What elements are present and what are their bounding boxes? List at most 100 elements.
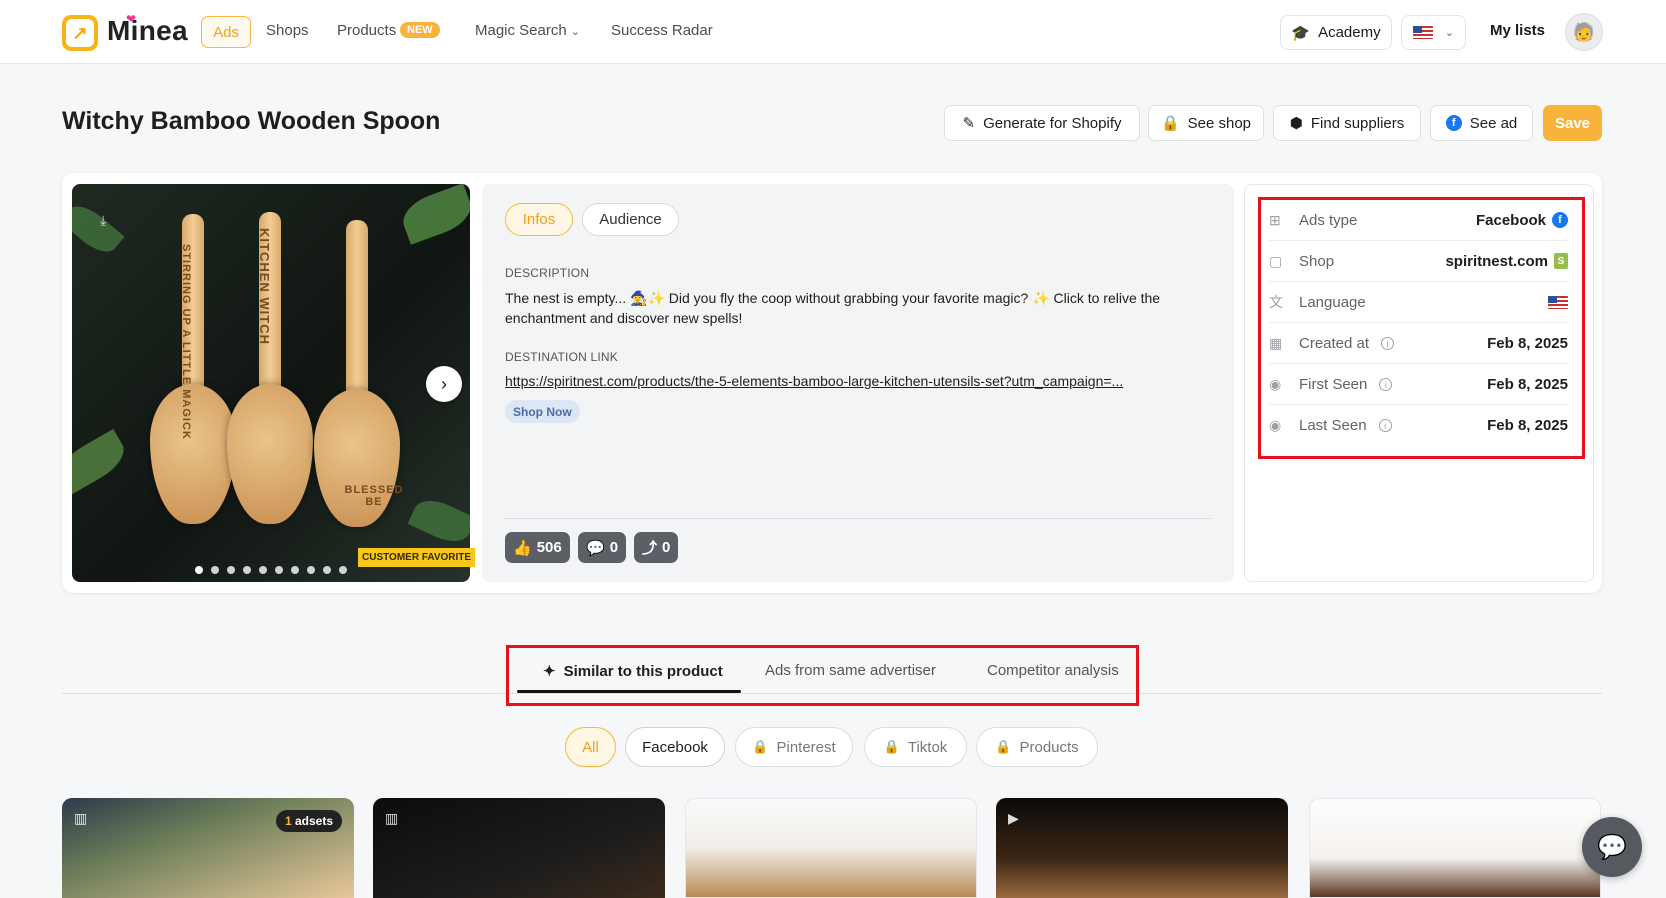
generate-label: Generate for Shopify	[983, 114, 1122, 132]
spoon-engraving: KITCHEN WITCH	[257, 228, 272, 345]
facebook-icon: f	[1445, 115, 1462, 131]
play-icon: ▶	[1008, 810, 1019, 826]
shares-count: ⤴ 0	[634, 532, 679, 563]
lock-icon: 🔒	[1160, 115, 1180, 132]
adsets-label: adsets	[294, 814, 333, 828]
download-icon[interactable]: ⤓	[100, 212, 106, 229]
highlight-box-tabs	[506, 645, 1139, 706]
chat-bubble-icon: 💬	[1597, 833, 1627, 861]
comments-count: 💬 0	[578, 532, 627, 563]
spoon	[227, 384, 313, 524]
magic-wand-icon: ✎	[962, 115, 976, 132]
carousel-dot[interactable]	[323, 566, 331, 574]
find-suppliers-label: Find suppliers	[1310, 114, 1405, 132]
nav-products[interactable]: Products	[337, 22, 396, 39]
carousel-icon: ▥	[385, 810, 399, 826]
tab-infos[interactable]: Infos	[505, 203, 573, 236]
similar-ad-card[interactable]: ▥ 1 adsets	[62, 798, 354, 898]
similar-ad-card[interactable]: ▥	[373, 798, 665, 898]
heart-icon: ❤	[126, 12, 137, 26]
minea-logo-icon[interactable]: ↗	[62, 15, 98, 51]
comment-icon: 💬	[586, 539, 605, 557]
destination-link-label: DESTINATION LINK	[505, 350, 618, 364]
filter-tiktok[interactable]: 🔒 Tiktok	[864, 727, 967, 767]
adsets-badge: 1 adsets	[275, 810, 342, 832]
filter-facebook[interactable]: Facebook	[625, 727, 725, 767]
top-navigation-bar: ↗ Minea ❤ Ads Shops Products NEW Magic S…	[0, 0, 1666, 64]
ad-description: The nest is empty... 🧙‍♀️✨ Did you fly t…	[505, 290, 1161, 326]
academy-label: Academy	[1318, 24, 1381, 41]
ad-media-carousel[interactable]: STIRRING UP A LITTLE MAGICK KITCHEN WITC…	[72, 184, 470, 582]
leaf-decoration	[72, 198, 125, 260]
adsets-count: 1	[284, 814, 292, 828]
spoon	[150, 384, 236, 524]
comments-value: 0	[609, 539, 619, 556]
find-suppliers-button[interactable]: ⬢ Find suppliers	[1273, 105, 1421, 141]
nav-ads[interactable]: Ads	[201, 16, 251, 48]
nav-magic-search-label: Magic Search	[475, 22, 567, 39]
carousel-dot[interactable]	[227, 566, 235, 574]
chevron-right-icon: ›	[441, 373, 447, 394]
chat-support-button[interactable]: 💬	[1582, 817, 1642, 877]
likes-count: 👍 506	[505, 532, 570, 563]
description-label: DESCRIPTION	[505, 266, 590, 280]
filter-products[interactable]: 🔒 Products	[976, 727, 1098, 767]
save-button[interactable]: Save	[1543, 105, 1602, 141]
chevron-down-icon: ⌄	[1444, 27, 1455, 39]
language-selector[interactable]: ⌄	[1401, 15, 1466, 50]
carousel-icon: ▥	[74, 810, 88, 826]
highlight-box-metadata	[1258, 197, 1585, 459]
customer-favorite-badge: CUSTOMER FAVORITE	[358, 548, 476, 567]
likes-value: 506	[536, 539, 562, 556]
carousel-dots[interactable]	[195, 566, 347, 574]
carousel-dot[interactable]	[339, 566, 347, 574]
similar-ad-card[interactable]	[1309, 798, 1601, 898]
nav-magic-search[interactable]: Magic Search ⌄	[475, 22, 580, 39]
lock-icon: 🔒	[995, 739, 1012, 754]
box-icon: ⬢	[1289, 115, 1303, 132]
leaf-decoration	[397, 184, 470, 245]
carousel-dot[interactable]	[259, 566, 267, 574]
filter-pinterest-label: Pinterest	[776, 738, 836, 756]
us-flag-icon	[1412, 26, 1433, 39]
graduation-cap-icon: 🎓	[1291, 24, 1311, 42]
page-title: Witchy Bamboo Wooden Spoon	[62, 107, 441, 135]
see-shop-button[interactable]: 🔒 See shop	[1148, 105, 1264, 141]
brand-name[interactable]: Minea	[107, 15, 188, 47]
destination-link[interactable]: https://spiritnest.com/products/the-5-el…	[505, 373, 1211, 389]
leaf-decoration	[407, 492, 470, 550]
filter-tiktok-label: Tiktok	[907, 738, 948, 756]
lock-icon: 🔒	[752, 739, 769, 754]
see-shop-label: See shop	[1187, 114, 1252, 132]
carousel-next-button[interactable]: ›	[426, 366, 462, 402]
filter-all[interactable]: All	[565, 727, 616, 767]
my-lists-link[interactable]: My lists	[1490, 22, 1545, 39]
carousel-dot[interactable]	[291, 566, 299, 574]
filter-pinterest[interactable]: 🔒 Pinterest	[735, 727, 853, 767]
cta-badge: Shop Now	[505, 400, 580, 423]
lock-icon: 🔒	[883, 739, 900, 754]
user-avatar[interactable]: 🧓	[1565, 13, 1603, 51]
carousel-dot[interactable]	[211, 566, 219, 574]
chevron-down-icon: ⌄	[570, 26, 580, 38]
leaf-decoration	[72, 428, 132, 496]
filter-products-label: Products	[1019, 738, 1079, 756]
divider	[505, 518, 1211, 519]
spoon-engraving: BLESSED BE	[344, 484, 404, 508]
shares-value: 0	[662, 539, 671, 556]
see-ad-label: See ad	[1469, 114, 1518, 132]
carousel-dot[interactable]	[275, 566, 283, 574]
academy-button[interactable]: 🎓 Academy	[1280, 15, 1392, 50]
similar-ad-card[interactable]	[685, 798, 977, 898]
carousel-dot[interactable]	[307, 566, 315, 574]
see-ad-button[interactable]: f See ad	[1430, 105, 1533, 141]
nav-success-radar[interactable]: Success Radar	[611, 22, 713, 39]
nav-shops[interactable]: Shops	[266, 22, 309, 39]
carousel-dot[interactable]	[195, 566, 203, 574]
generate-for-shopify-button[interactable]: ✎ Generate for Shopify	[944, 105, 1140, 141]
carousel-dot[interactable]	[243, 566, 251, 574]
new-badge: NEW	[400, 22, 440, 38]
tab-audience[interactable]: Audience	[582, 203, 679, 236]
similar-ad-card[interactable]: ▶	[996, 798, 1288, 898]
thumbs-up-icon: 👍	[513, 539, 532, 557]
